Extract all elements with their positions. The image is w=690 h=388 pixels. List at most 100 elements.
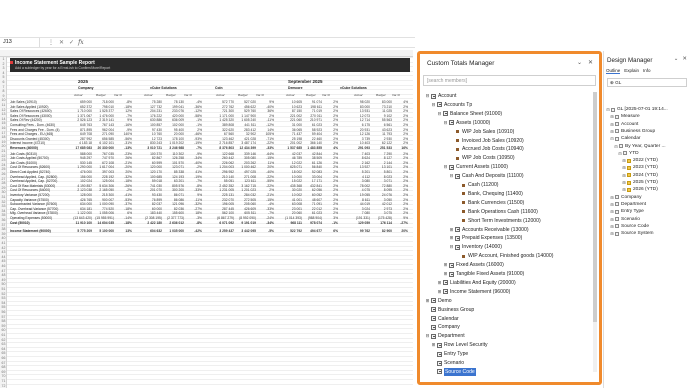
expand-icon[interactable]: ⊞ bbox=[610, 223, 614, 230]
outline-item[interactable]: ⊟ By Year, Quarter ... bbox=[614, 143, 665, 150]
collapse-icon[interactable]: ⊟ bbox=[431, 101, 436, 109]
cancel-icon[interactable]: ✕ bbox=[59, 39, 64, 46]
spreadsheet-grid[interactable]: 1 2 3 4 5 6 7 8 9 10 11 12 13 14 15 16 17 18 19 20 21 22 23 24 2… bbox=[0, 50, 413, 388]
tree-item[interactable]: Company bbox=[425, 323, 460, 331]
outline-item[interactable]: ⊞ Entry Type bbox=[610, 208, 644, 215]
confirm-icon[interactable]: ✓ bbox=[69, 39, 74, 46]
table-cell[interactable]: -27% bbox=[390, 221, 408, 226]
table-cell[interactable]: 968 111 bbox=[284, 221, 302, 226]
collapse-icon[interactable]: ⊟ bbox=[606, 106, 610, 113]
model-select[interactable]: ⊕ GL bbox=[607, 78, 687, 87]
table-cell[interactable]: 12 434 399 bbox=[236, 146, 256, 151]
outline-item[interactable]: ⊞ 2025 (YTD) bbox=[622, 179, 657, 186]
tree-item[interactable]: ⊟ Inventory (14000) bbox=[449, 243, 502, 251]
tree-item[interactable]: ⊟ Cash And Deposits (11100) bbox=[449, 172, 524, 180]
member-tree[interactable]: ⊟ Account ⊟ Accounts Tp ⊟ Balance Sheet (9100… bbox=[423, 92, 593, 380]
table-cell[interactable]: 522 792 bbox=[284, 229, 302, 234]
outline-item[interactable]: ⊞ 2026 (YTD) bbox=[622, 186, 657, 193]
tree-item[interactable]: Short Term Investments (12000) bbox=[455, 217, 541, 225]
outline-item[interactable]: ⊟ Calendar bbox=[610, 135, 640, 142]
table-cell[interactable]: -1% bbox=[320, 221, 338, 226]
table-cell[interactable]: 1 537 685 bbox=[284, 146, 302, 151]
table-cell[interactable]: 4% bbox=[320, 146, 338, 151]
close-icon[interactable]: ✕ bbox=[682, 56, 687, 62]
expand-icon[interactable]: ⊞ bbox=[443, 261, 448, 269]
expand-icon[interactable]: ⊞ bbox=[431, 341, 436, 349]
table-cell[interactable]: 99 762 bbox=[352, 229, 370, 234]
tree-item[interactable]: Accrued Job Costs (10940) bbox=[449, 145, 524, 153]
expand-icon[interactable]: ⊞ bbox=[622, 186, 626, 193]
table-cell[interactable]: 3 259 437 bbox=[214, 229, 234, 234]
tree-item[interactable]: WIP Job Costs (10950) bbox=[449, 154, 515, 162]
table-cell[interactable]: -5% bbox=[254, 229, 274, 234]
expand-icon[interactable]: ⊞ bbox=[610, 194, 614, 201]
table-cell[interactable]: 3 010 721 bbox=[142, 146, 162, 151]
outline-item[interactable]: ⊞ 2023 (YTD) bbox=[622, 164, 657, 171]
tree-item[interactable]: ⊞ Tangible Fixed Assets (91000) bbox=[443, 270, 525, 278]
table-cell[interactable]: -33% bbox=[254, 146, 274, 151]
name-box[interactable]: J13 bbox=[0, 38, 40, 47]
table-cell[interactable]: 5 100 000 bbox=[94, 229, 114, 234]
expand-icon[interactable]: ⊞ bbox=[610, 201, 614, 208]
expand-icon[interactable]: ⊞ bbox=[610, 121, 614, 128]
tree-item[interactable]: ⊞ Fixed Assets (16000) bbox=[443, 261, 504, 269]
expand-icon[interactable]: ⊞ bbox=[610, 113, 614, 120]
outline-item[interactable]: ⊞ Source Code bbox=[610, 223, 649, 230]
table-cell[interactable]: -7% bbox=[182, 146, 202, 151]
tab-outline[interactable]: Outline bbox=[606, 68, 621, 74]
tree-item[interactable]: ⊞ Row Level Security bbox=[431, 341, 488, 349]
collapse-icon[interactable]: ⊟ bbox=[618, 150, 622, 157]
tree-item[interactable]: Business Group bbox=[425, 306, 474, 314]
table-cell[interactable]: 9 191 019 bbox=[236, 221, 256, 226]
expand-icon[interactable]: ⊞ bbox=[610, 230, 614, 237]
table-cell[interactable]: -13% bbox=[112, 146, 132, 151]
tree-item[interactable]: ⊞ Prepaid Expenses (13500) bbox=[449, 234, 523, 242]
scrollbar[interactable] bbox=[593, 92, 597, 372]
tree-item[interactable]: ⊞ Accounts Receivable (13000) bbox=[449, 226, 529, 234]
chevron-down-icon[interactable]: ⌄ bbox=[674, 56, 679, 62]
collapse-icon[interactable]: ⊟ bbox=[437, 110, 442, 118]
tree-item[interactable]: ⊟ Assets (10000) bbox=[443, 119, 491, 127]
collapse-icon[interactable]: ⊟ bbox=[425, 92, 430, 100]
table-cell[interactable]: -34% bbox=[254, 221, 274, 226]
tree-item[interactable]: Bank, Chequing (11400) bbox=[455, 190, 523, 198]
table-cell[interactable]: 1 035 000 bbox=[164, 229, 184, 234]
expand-icon[interactable]: ⊞ bbox=[443, 270, 448, 278]
expand-icon[interactable]: ⊞ bbox=[610, 128, 614, 135]
table-cell[interactable]: 291 093 bbox=[352, 146, 370, 151]
outline-item[interactable]: ⊟ GL [2025-07-01 19:14... bbox=[606, 106, 667, 113]
tree-item[interactable]: Entry Type bbox=[431, 350, 468, 358]
tree-item[interactable]: Source Code bbox=[431, 367, 476, 376]
tree-item[interactable]: ⊞ Liabilities And Equity (20000) bbox=[437, 279, 516, 287]
table-cell[interactable]: 2 636 012 bbox=[164, 221, 184, 226]
table-cell[interactable]: 6 071 092 bbox=[214, 221, 234, 226]
table-cell[interactable]: 3 442 095 bbox=[236, 229, 256, 234]
tree-item[interactable]: Bank Currencies (11500) bbox=[455, 199, 524, 207]
expand-icon[interactable]: ⊞ bbox=[449, 234, 454, 242]
design-manager-panel[interactable]: Design Manager ⌄ ✕ Outline Explain Info … bbox=[603, 51, 690, 388]
outline-item[interactable]: ⊞ Business Group bbox=[610, 128, 655, 135]
expand-icon[interactable]: ⊞ bbox=[610, 216, 614, 223]
tree-item[interactable]: Invoiced Job Sales (10920) bbox=[449, 137, 524, 145]
tree-item[interactable]: ⊟ Current Assets (11000) bbox=[443, 163, 508, 171]
tree-item[interactable]: WIP Account, Finished goods (14000) bbox=[455, 252, 553, 260]
expand-icon[interactable]: ⊞ bbox=[437, 279, 442, 287]
tree-item[interactable]: ⊟ Account bbox=[425, 92, 457, 100]
expand-icon[interactable]: ⊞ bbox=[622, 172, 626, 179]
tree-item[interactable]: ⊞ Income Statement (96000) bbox=[437, 288, 511, 296]
table-cell[interactable]: 11 910 100 bbox=[72, 221, 92, 226]
tree-item[interactable]: Scenario bbox=[431, 359, 464, 367]
tree-item[interactable]: Calendar bbox=[425, 315, 459, 323]
expand-icon[interactable]: ⊞ bbox=[425, 297, 430, 305]
table-cell[interactable]: 129 059 bbox=[352, 221, 370, 226]
collapse-icon[interactable]: ⊟ bbox=[425, 332, 430, 340]
outline-item[interactable]: ⊞ Department bbox=[610, 201, 646, 208]
expand-icon[interactable]: ⊞ bbox=[622, 157, 626, 164]
outline-item[interactable]: ⊞ Measure bbox=[610, 113, 639, 120]
expand-icon[interactable]: ⊞ bbox=[622, 164, 626, 171]
chevron-down-icon[interactable]: ⌄ bbox=[577, 59, 582, 66]
collapse-icon[interactable]: ⊟ bbox=[449, 172, 454, 180]
table-cell[interactable]: 16% bbox=[390, 146, 408, 151]
table-cell[interactable]: 17 685 083 bbox=[72, 146, 92, 151]
expand-icon[interactable]: ⊞ bbox=[449, 226, 454, 234]
